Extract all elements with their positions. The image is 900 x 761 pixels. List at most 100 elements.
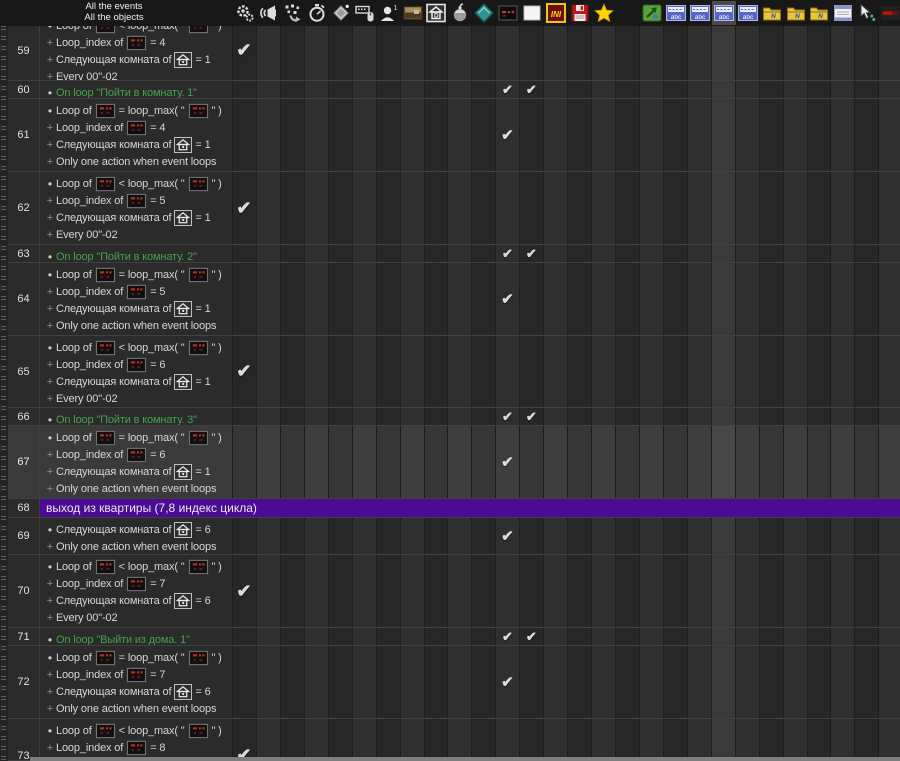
- grid-cell[interactable]: [878, 99, 900, 171]
- grid-cell[interactable]: [447, 263, 472, 335]
- condition-line[interactable]: + Only one action when event loops: [44, 538, 232, 554]
- checkmark[interactable]: ✔: [232, 172, 256, 244]
- grid-cell[interactable]: [375, 408, 400, 425]
- grid-cell[interactable]: [375, 172, 400, 244]
- event-number[interactable]: 73: [8, 719, 40, 760]
- grid-cell[interactable]: [495, 26, 520, 80]
- grid-cell[interactable]: [806, 628, 831, 645]
- grid-cell[interactable]: [471, 426, 496, 498]
- condition-line[interactable]: + Only one action when event loops: [44, 480, 232, 497]
- all-events-button[interactable]: All the events: [0, 1, 228, 12]
- grid-cell[interactable]: [255, 646, 280, 718]
- grid-cell[interactable]: [543, 336, 568, 407]
- grid-cell[interactable]: [423, 408, 448, 425]
- grid-cell[interactable]: [279, 426, 304, 498]
- toolbar-object-ini[interactable]: INI: [544, 1, 568, 25]
- grid-cell[interactable]: [854, 263, 879, 335]
- grid-cell[interactable]: [351, 245, 376, 262]
- grid-cell[interactable]: [782, 245, 807, 262]
- grid-cell[interactable]: [830, 555, 855, 627]
- grid-cell[interactable]: [399, 426, 424, 498]
- condition-line[interactable]: + Loop_index of = 5: [44, 283, 232, 300]
- grid-cell[interactable]: [806, 646, 831, 718]
- grid-cell[interactable]: [854, 245, 879, 262]
- grid-cell[interactable]: [782, 263, 807, 335]
- grid-cell[interactable]: [662, 628, 687, 645]
- grid-cell[interactable]: [279, 99, 304, 171]
- grid-cell[interactable]: [279, 408, 304, 425]
- grid-cell[interactable]: [615, 245, 639, 262]
- checkmark[interactable]: ✔: [495, 426, 519, 498]
- grid-cell[interactable]: [519, 336, 544, 407]
- checkmark[interactable]: ✔: [232, 26, 256, 80]
- checkmark[interactable]: ✔: [232, 719, 256, 760]
- toolbar-object-cursor[interactable]: [855, 1, 879, 25]
- grid-cell[interactable]: [638, 336, 663, 407]
- toolbar-object-abc[interactable]: abc: [688, 1, 712, 25]
- grid-cell[interactable]: [734, 426, 759, 498]
- grid-cell[interactable]: [758, 628, 783, 645]
- grid-cell[interactable]: [543, 555, 568, 627]
- grid-cell[interactable]: [327, 719, 352, 760]
- toolbar-object-stopwatch[interactable]: [305, 1, 329, 25]
- grid-cell[interactable]: [615, 719, 639, 760]
- grid-cell[interactable]: [303, 646, 328, 718]
- grid-cell[interactable]: [638, 555, 663, 627]
- grid-cell[interactable]: [686, 518, 711, 554]
- grid-cell[interactable]: [878, 426, 900, 498]
- checkmark[interactable]: ✔: [519, 81, 543, 98]
- toolbar-object-player1[interactable]: 1: [377, 1, 401, 25]
- grid-cell[interactable]: [543, 26, 568, 80]
- grid-cell[interactable]: [854, 518, 879, 554]
- grid-cell[interactable]: [327, 555, 352, 627]
- grid-cell[interactable]: [567, 408, 592, 425]
- event-number[interactable]: 66: [8, 408, 40, 425]
- grid-cell[interactable]: [279, 719, 304, 760]
- grid-cell[interactable]: [351, 81, 376, 98]
- grid-cell[interactable]: [567, 628, 592, 645]
- condition-line[interactable]: + Every 00"-02: [44, 68, 232, 81]
- condition-line[interactable]: + Loop_index of = 4: [44, 34, 232, 51]
- event-number[interactable]: 70: [8, 555, 40, 627]
- grid-cell[interactable]: [878, 336, 900, 407]
- grid-cell[interactable]: [830, 408, 855, 425]
- grid-cell[interactable]: [758, 426, 783, 498]
- grid-cell[interactable]: [375, 426, 400, 498]
- grid-cell[interactable]: [423, 518, 448, 554]
- grid-cell[interactable]: [710, 99, 735, 171]
- checkmark[interactable]: ✔: [495, 263, 519, 335]
- grid-cell[interactable]: [830, 99, 855, 171]
- toolbar-object-gears[interactable]: [233, 1, 257, 25]
- checkmark[interactable]: ✔: [495, 628, 519, 645]
- grid-cell[interactable]: [830, 719, 855, 760]
- grid-cell[interactable]: [423, 172, 448, 244]
- grid-cell[interactable]: [686, 719, 711, 760]
- grid-cell[interactable]: [351, 518, 376, 554]
- grid-cell[interactable]: [806, 263, 831, 335]
- grid-cell[interactable]: [758, 646, 783, 718]
- condition-line[interactable]: + Every 00"-02: [44, 609, 232, 626]
- grid-cell[interactable]: [471, 99, 496, 171]
- grid-cell[interactable]: [399, 719, 424, 760]
- grid-cell[interactable]: [591, 408, 615, 425]
- grid-cell[interactable]: [279, 245, 304, 262]
- grid-cell[interactable]: [734, 81, 759, 98]
- grid-cell[interactable]: [447, 336, 472, 407]
- grid-cell[interactable]: [830, 646, 855, 718]
- grid-cell[interactable]: [662, 646, 687, 718]
- grid-cell[interactable]: [710, 719, 735, 760]
- grid-cell[interactable]: [758, 408, 783, 425]
- event-number[interactable]: 68: [8, 499, 40, 517]
- grid-cell[interactable]: [567, 555, 592, 627]
- event-number[interactable]: 63: [8, 245, 40, 262]
- grid-cell[interactable]: [519, 172, 544, 244]
- grid-cell[interactable]: [854, 426, 879, 498]
- condition-line[interactable]: • On loop "Пойти в комнату. 2": [44, 248, 232, 263]
- grid-cell[interactable]: [734, 408, 759, 425]
- grid-cell[interactable]: [830, 426, 855, 498]
- checkmark[interactable]: ✔: [519, 628, 543, 645]
- grid-cell[interactable]: [447, 719, 472, 760]
- checkmark[interactable]: ✔: [495, 99, 519, 171]
- grid-cell[interactable]: [734, 518, 759, 554]
- grid-cell[interactable]: [686, 646, 711, 718]
